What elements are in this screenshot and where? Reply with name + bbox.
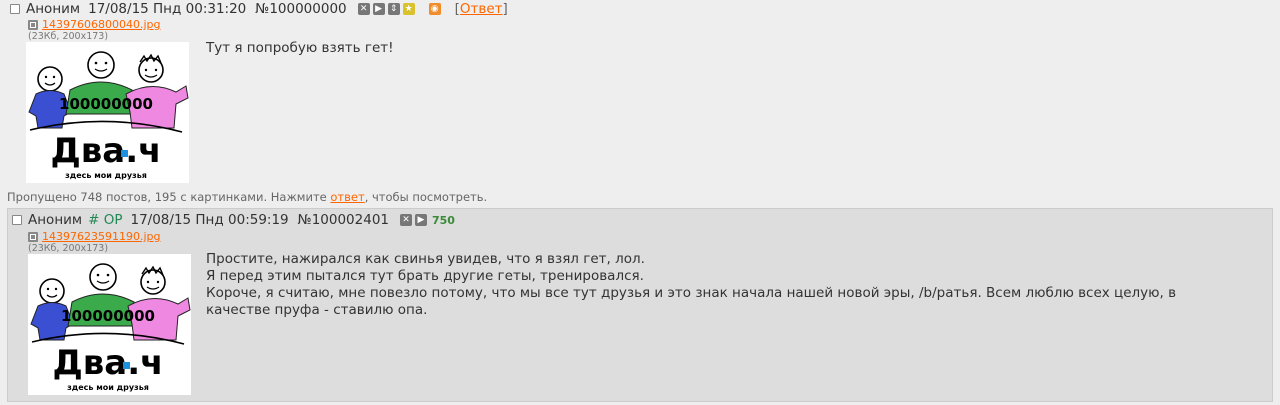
poster-name: Аноним — [28, 212, 83, 228]
post-header: Аноним 17/08/15 Пнд 00:31:20 №100000000 … — [10, 1, 508, 17]
file-icon[interactable] — [28, 19, 38, 30]
post-number[interactable]: №100000000 — [255, 1, 346, 17]
star-icon[interactable]: ★ — [402, 3, 415, 15]
hide-icon[interactable]: ✕ — [400, 214, 412, 226]
thumb-number: 100000000 — [59, 95, 153, 113]
post-message: Простите, нажирался как свинья увидев, ч… — [206, 251, 1216, 319]
post-number[interactable]: №100002401 — [298, 212, 389, 228]
expand-icon[interactable]: ⇕ — [387, 3, 400, 15]
reply-link[interactable]: Ответ — [460, 1, 503, 17]
post-actions: ✕ ▶ — [397, 214, 427, 226]
post-date: 17/08/15 Пнд 00:31:20 — [88, 1, 247, 17]
message-line: Я перед этим пытался тут брать другие ге… — [206, 268, 644, 284]
omitted-reply-link[interactable]: ответ — [330, 190, 364, 204]
omitted-posts-info: Пропущено 748 постов, 195 с картинками. … — [7, 190, 487, 204]
play-icon[interactable]: ▶ — [372, 3, 385, 15]
post-actions: ✕ ▶ ⇕ ★ ◉ — [355, 3, 441, 15]
hide-icon[interactable]: ✕ — [357, 3, 370, 15]
post-header: Аноним # OP 17/08/15 Пнд 00:59:19 №10000… — [12, 212, 455, 228]
thumb-logo: Два.ч — [51, 131, 162, 171]
post-thumbnail[interactable]: 100000000 Два.ч здесь мои друзья — [26, 42, 189, 183]
post-thumbnail[interactable]: 100000000 Два.ч здесь мои друзья — [28, 254, 191, 395]
rss-icon[interactable]: ◉ — [428, 3, 441, 15]
post-date: 17/08/15 Пнд 00:59:19 — [130, 212, 289, 228]
file-info: 14397606800040.jpg (23Кб, 200x173) — [28, 18, 161, 42]
select-checkbox[interactable] — [10, 4, 20, 14]
omitted-text-end: , чтобы посмотреть. — [364, 190, 488, 204]
thumb-tagline: здесь мои друзья — [67, 383, 149, 392]
file-icon[interactable] — [28, 231, 38, 242]
omitted-text: Пропущено 748 постов, 195 с картинками. … — [7, 190, 331, 204]
reply-post: Аноним # OP 17/08/15 Пнд 00:59:19 №10000… — [7, 208, 1273, 402]
select-checkbox[interactable] — [12, 215, 22, 225]
post-count-badge: 750 — [432, 213, 455, 227]
message-line: Короче, я считаю, мне повезло потому, чт… — [206, 285, 1177, 318]
file-info: 14397623591190.jpg (23Кб, 200x173) — [28, 230, 161, 254]
message-line: Простите, нажирался как свинья увидев, ч… — [206, 251, 645, 267]
file-meta: (23Кб, 200x173) — [28, 243, 109, 254]
reply-link-wrapper: [Ответ] — [454, 1, 508, 17]
thumb-logo: Два.ч — [53, 343, 164, 383]
file-link[interactable]: 14397623591190.jpg — [42, 230, 161, 243]
play-icon[interactable]: ▶ — [415, 214, 427, 226]
thumb-number: 100000000 — [61, 307, 155, 325]
file-meta: (23Кб, 200x173) — [28, 31, 109, 42]
file-link[interactable]: 14397606800040.jpg — [42, 18, 161, 31]
poster-name: Аноним — [26, 1, 81, 17]
tripcode: # OP — [88, 212, 123, 228]
thumb-tagline: здесь мои друзья — [65, 171, 147, 180]
post-message: Тут я попробую взять гет! — [206, 40, 394, 56]
op-post: Аноним 17/08/15 Пнд 00:31:20 №100000000 … — [0, 0, 1280, 190]
